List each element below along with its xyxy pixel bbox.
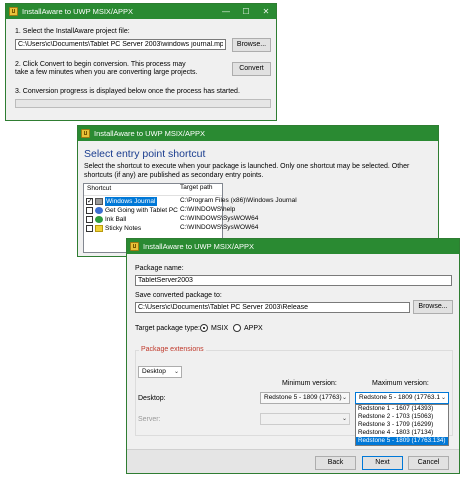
- column-target-path[interactable]: Target path: [180, 184, 213, 191]
- app-icon: [130, 242, 139, 251]
- dropdown-option[interactable]: Redstone 3 - 1709 (16299): [356, 421, 448, 429]
- min-version-label: Minimum version:: [282, 380, 337, 387]
- chevron-down-icon: ⌄: [341, 395, 347, 401]
- target-path: C:\Program Files (x86)\Windows Journal: [180, 197, 297, 204]
- app-icon: [9, 7, 18, 16]
- shortcut-name: Sticky Notes: [105, 225, 142, 232]
- converter-window-3: InstallAware to UWP MSIX/APPX Package na…: [126, 238, 460, 474]
- browse-project-button[interactable]: Browse...: [232, 38, 271, 52]
- msix-radio[interactable]: [200, 324, 208, 332]
- chevron-down-icon: ⌄: [341, 416, 347, 422]
- dropdown-option[interactable]: Redstone 2 - 1703 (15063): [356, 413, 448, 421]
- convert-button[interactable]: Convert: [232, 62, 271, 76]
- package-extensions-label: Package extensions: [139, 346, 206, 353]
- maximize-icon[interactable]: ☐: [236, 4, 256, 19]
- browse-save-button[interactable]: Browse...: [413, 300, 453, 314]
- cancel-button[interactable]: Cancel: [408, 456, 449, 470]
- journal-icon: [95, 198, 103, 205]
- dropdown-option[interactable]: Redstone 1 - 1607 (14393): [356, 405, 448, 413]
- shortcut-checkbox[interactable]: [86, 197, 93, 206]
- title-bar-1[interactable]: InstallAware to UWP MSIX/APPX — ☐ ✕: [6, 4, 276, 19]
- minimize-icon[interactable]: —: [216, 4, 236, 19]
- title-bar-2[interactable]: InstallAware to UWP MSIX/APPX: [78, 126, 438, 141]
- app-icon: [81, 129, 90, 138]
- description-line1: Select the shortcut to execute when your…: [84, 163, 410, 170]
- sticky-note-icon: [95, 225, 103, 232]
- page-heading: Select entry point shortcut: [84, 148, 206, 160]
- appx-radio[interactable]: [233, 324, 241, 332]
- shortcut-name: Ink Ball: [105, 216, 127, 223]
- max-version-label: Maximum version:: [372, 380, 429, 387]
- project-file-input[interactable]: [15, 39, 226, 50]
- conversion-progress-bar: [15, 99, 271, 108]
- window-title-3: InstallAware to UWP MSIX/APPX: [143, 242, 255, 251]
- target-path: C:\WINDOWS\SysWOW64: [180, 215, 259, 222]
- save-path-input[interactable]: [135, 302, 410, 313]
- next-button[interactable]: Next: [362, 456, 403, 470]
- appx-label[interactable]: APPX: [244, 324, 263, 333]
- shortcut-checkbox[interactable]: [86, 225, 93, 232]
- target-path: C:\WINDOWS\SysWOW64: [180, 224, 259, 231]
- step1-label: 1. Select the InstallAware project file:: [15, 28, 130, 35]
- chevron-down-icon: ⌄: [173, 369, 179, 375]
- window-title-1: InstallAware to UWP MSIX/APPX: [22, 7, 134, 16]
- window-title-2: InstallAware to UWP MSIX/APPX: [94, 129, 206, 138]
- max-version-dropdown[interactable]: Redstone 1 - 1607 (14393) Redstone 2 - 1…: [355, 404, 449, 446]
- save-location-label: Save converted package to:: [135, 292, 222, 299]
- column-shortcut[interactable]: Shortcut: [87, 185, 111, 192]
- title-bar-3[interactable]: InstallAware to UWP MSIX/APPX: [127, 239, 459, 254]
- description-line2: shortcuts (if any) are published as seco…: [84, 172, 264, 179]
- package-name-input[interactable]: [135, 275, 452, 286]
- desktop-label: Desktop:: [138, 395, 166, 402]
- package-name-label: Package name:: [135, 265, 184, 272]
- help-icon: [95, 207, 103, 214]
- msix-label[interactable]: MSIX: [211, 324, 228, 333]
- back-button[interactable]: Back: [315, 456, 356, 470]
- desktop-min-version-combo[interactable]: Redstone 5 - 1809 (17763) ⌄: [260, 392, 350, 404]
- step2-label-line2: take a few minutes when you are converti…: [15, 69, 198, 76]
- dropdown-option[interactable]: Redstone 4 - 1803 (17134): [356, 429, 448, 437]
- step3-label: 3. Conversion progress is displayed belo…: [15, 88, 240, 95]
- inkball-icon: [95, 216, 103, 223]
- shortcut-name: Windows Journal: [105, 197, 157, 206]
- dropdown-option-selected[interactable]: Redstone 5 - 1809 (17763.134): [356, 437, 448, 445]
- server-min-version-combo: ⌄: [260, 413, 350, 425]
- shortcut-checkbox[interactable]: [86, 207, 93, 214]
- converter-window-1: InstallAware to UWP MSIX/APPX — ☐ ✕ 1. S…: [5, 3, 277, 121]
- close-icon[interactable]: ✕: [256, 4, 276, 19]
- target-path: C:\WINDOWS\help: [180, 206, 236, 213]
- desktop-max-version-combo[interactable]: Redstone 5 - 1809 (17763.1 ⌄: [355, 392, 449, 404]
- chevron-down-icon: ⌄: [440, 395, 446, 401]
- target-type-label: Target package type:: [135, 325, 200, 332]
- shortcut-name: Get Going with Tablet PC: [105, 207, 178, 214]
- extension-type-combo[interactable]: Desktop ⌄: [138, 366, 182, 378]
- shortcut-checkbox[interactable]: [86, 216, 93, 223]
- server-label: Server:: [138, 416, 161, 423]
